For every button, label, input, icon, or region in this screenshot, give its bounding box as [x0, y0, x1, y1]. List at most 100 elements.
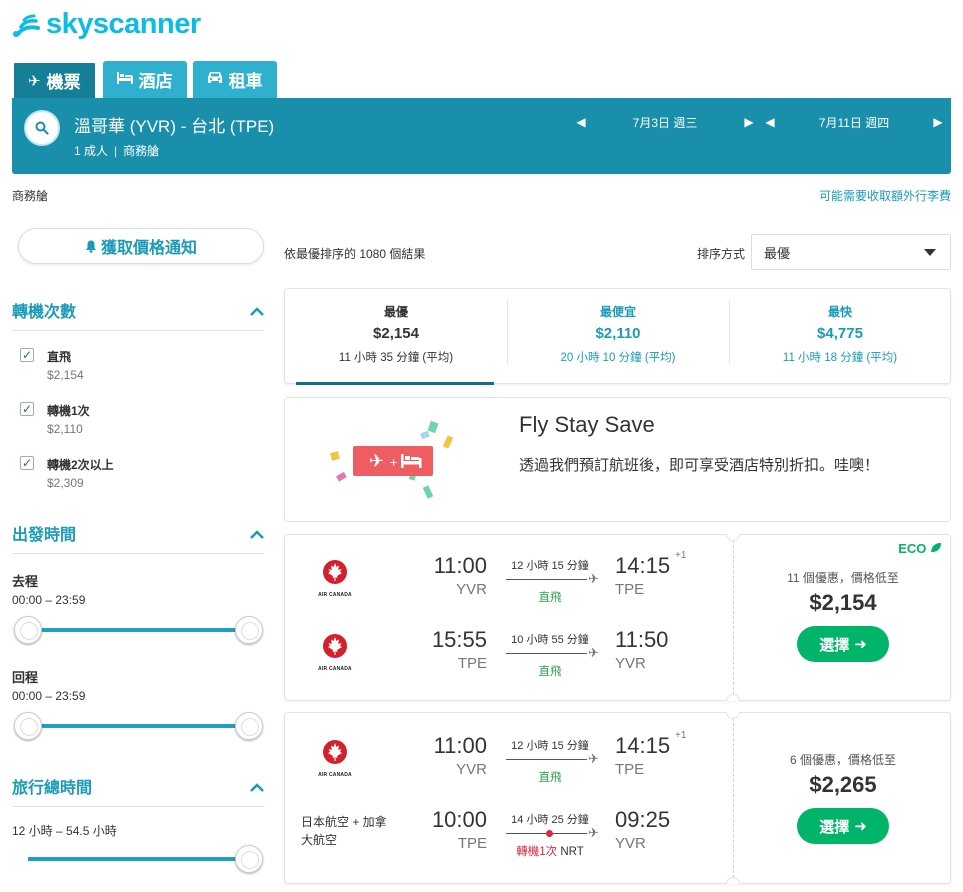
maple-leaf-icon [323, 634, 347, 658]
stops-option-label: 直飛 [47, 350, 72, 364]
arrow-right-icon: ➜ [854, 636, 867, 653]
arrival-time: 11:50 [615, 627, 669, 652]
edit-search-button[interactable] [24, 110, 60, 146]
stops-info: 轉機1次 NRT [495, 843, 605, 859]
checkbox-checked[interactable]: ✓ [20, 402, 34, 416]
return-next-day-button[interactable]: ▶ [932, 113, 944, 131]
airline-name: AIR CANADA [318, 666, 352, 672]
eco-label: ECO [898, 541, 927, 556]
slider-max-handle[interactable] [235, 616, 263, 644]
sort-tab-title: 最便宜 [599, 305, 636, 319]
tab-hotels[interactable]: 酒店 [102, 61, 187, 98]
slider-max-handle[interactable] [235, 712, 263, 740]
stops-filter-title: 轉機次數 [12, 304, 77, 321]
promo-title: Fly Stay Save [519, 412, 655, 437]
price-section: 11 個優惠，價格低至 $2,154 選擇 ➜ [734, 569, 952, 662]
route-text[interactable]: 溫哥華 (YVR) - 台北 (TPE) [74, 112, 274, 137]
sort-tab-duration: 11 小時 35 分鐘 (平均) [338, 352, 454, 364]
arrival-airport: TPE [615, 761, 645, 778]
chevron-up-icon [250, 779, 264, 793]
plus-days: +1 [675, 730, 687, 741]
departure-times-filter-header[interactable]: 出發時間 [12, 521, 264, 554]
duration-filter-header[interactable]: 旅行總時間 [12, 774, 264, 807]
flight-price: $2,265 [809, 772, 877, 797]
outbound-time-slider[interactable] [14, 616, 263, 644]
passenger-cabin-summary[interactable]: 1 成人 | 商務艙 [74, 142, 159, 159]
stops-option-label: 轉機1次 [47, 404, 90, 418]
plus-days: +1 [675, 550, 687, 561]
fly-stay-save-promo[interactable]: ✈ + Fly Stay Save 透過我們預訂航班後，即可享受酒店特別折扣。哇… [284, 397, 951, 522]
baggage-fee-link[interactable]: 可能需要收取額外行李費 [819, 187, 951, 204]
sort-tab-title: 最優 [383, 305, 408, 319]
checkbox-checked[interactable]: ✓ [20, 456, 34, 470]
search-icon [35, 121, 49, 135]
skyscanner-logo[interactable]: skyscanner [12, 8, 201, 41]
depart-date-picker: ◀ 7月3日 週三 ▶ [575, 112, 755, 132]
airline-logo: AIR CANADA [313, 633, 357, 672]
outbound-range: 00:00 – 23:59 [12, 593, 86, 607]
search-summary-bar: 溫哥華 (YVR) - 台北 (TPE) 1 成人 | 商務艙 ◀ 7月3日 週三 … [12, 98, 951, 174]
flight-leg-return: AIR CANADA 15:55 TPE 10 小時 55 分鐘 ✈ 直飛 11… [285, 619, 733, 693]
arrival-time: 14:15 [615, 553, 671, 578]
tab-flights[interactable]: ✈ 機票 [12, 61, 97, 98]
stops-option-price: $2,154 [47, 368, 84, 382]
active-tab-indicator [296, 382, 494, 385]
stops-info: 直飛 [538, 592, 562, 604]
arrival-airport: YVR [615, 655, 646, 672]
depart-prev-day-button[interactable]: ◀ [575, 113, 587, 131]
caret-down-icon [924, 249, 936, 256]
tab-car-hire[interactable]: 租車 [192, 61, 277, 98]
departure-airport: TPE [457, 655, 487, 672]
slider-track [28, 628, 249, 632]
route-line [506, 653, 587, 654]
duration-slider[interactable] [14, 845, 263, 873]
sort-tab-fastest[interactable]: 最快 $4,775 11 小時 18 分鐘 (平均) [729, 289, 951, 385]
eco-badge: ECO [898, 541, 942, 556]
sort-tab-best[interactable]: 最優 $2,154 11 小時 35 分鐘 (平均) [285, 289, 507, 385]
select-label: 選擇 [819, 818, 850, 836]
slider-track [28, 724, 249, 728]
product-tabs: ✈ 機票 酒店 租車 [12, 61, 277, 98]
slider-max-handle[interactable] [235, 845, 263, 873]
return-prev-day-button[interactable]: ◀ [764, 113, 776, 131]
brand-name: skyscanner [46, 8, 201, 40]
select-button[interactable]: 選擇 ➜ [797, 626, 889, 662]
stops-filter-header[interactable]: 轉機次數 [12, 298, 264, 331]
chevron-up-icon [250, 303, 264, 317]
stop-airport: NRT [560, 846, 584, 858]
slider-min-handle[interactable] [14, 712, 42, 740]
price-alert-label: 獲取價格通知 [100, 240, 197, 257]
return-time-slider[interactable] [14, 712, 263, 740]
slider-min-handle[interactable] [14, 616, 42, 644]
departure-airport: YVR [456, 581, 487, 598]
plane-icon: ✈ [588, 751, 599, 766]
result-count: 依最優排序的 1080 個結果 [284, 247, 426, 261]
depart-date[interactable]: 7月3日 週三 [633, 114, 698, 131]
sort-tab-cheapest[interactable]: 最便宜 $2,110 20 小時 10 分鐘 (平均) [507, 289, 729, 385]
flight-leg-return: 日本航空 + 加拿大航空 10:00 TPE 14 小時 25 分鐘 ✈ 轉機1… [285, 799, 733, 873]
flight-price: $2,154 [809, 590, 877, 615]
stops-count: 轉機1次 [516, 846, 558, 858]
checkbox-checked[interactable]: ✓ [20, 348, 34, 362]
flight-result-card[interactable]: AIR CANADA 11:00 YVR 12 小時 15 分鐘 ✈ 直飛 14… [284, 534, 951, 701]
price-alert-button[interactable]: 獲取價格通知 [18, 228, 264, 264]
sort-tab-price: $2,110 [595, 325, 641, 342]
separator: | [114, 144, 118, 158]
select-button[interactable]: 選擇 ➜ [797, 808, 889, 844]
flight-leg-outbound: AIR CANADA 11:00 YVR 12 小時 15 分鐘 ✈ 直飛 14… [285, 545, 733, 619]
maple-leaf-icon [323, 560, 347, 584]
return-date[interactable]: 7月11日 週四 [819, 114, 889, 131]
departure-time: 10:00 [431, 807, 487, 832]
plane-icon: ✈ [588, 645, 599, 660]
flight-result-card[interactable]: AIR CANADA 11:00 YVR 12 小時 15 分鐘 ✈ 直飛 14… [284, 712, 951, 884]
chevron-up-icon [250, 526, 264, 540]
sort-select[interactable]: 最優 [751, 234, 951, 270]
airline-name: AIR CANADA [318, 592, 352, 598]
stops-option-price: $2,309 [47, 476, 84, 490]
departure-airport: TPE [457, 835, 487, 852]
departure-time: 11:00 [433, 733, 487, 758]
promo-text: 透過我們預訂航班後，即可享受酒店特別折扣。哇噢！ [519, 457, 880, 474]
depart-next-day-button[interactable]: ▶ [743, 113, 755, 131]
ticket-notch [726, 694, 740, 701]
price-section: 6 個優惠，價格低至 $2,265 選擇 ➜ [734, 751, 952, 844]
